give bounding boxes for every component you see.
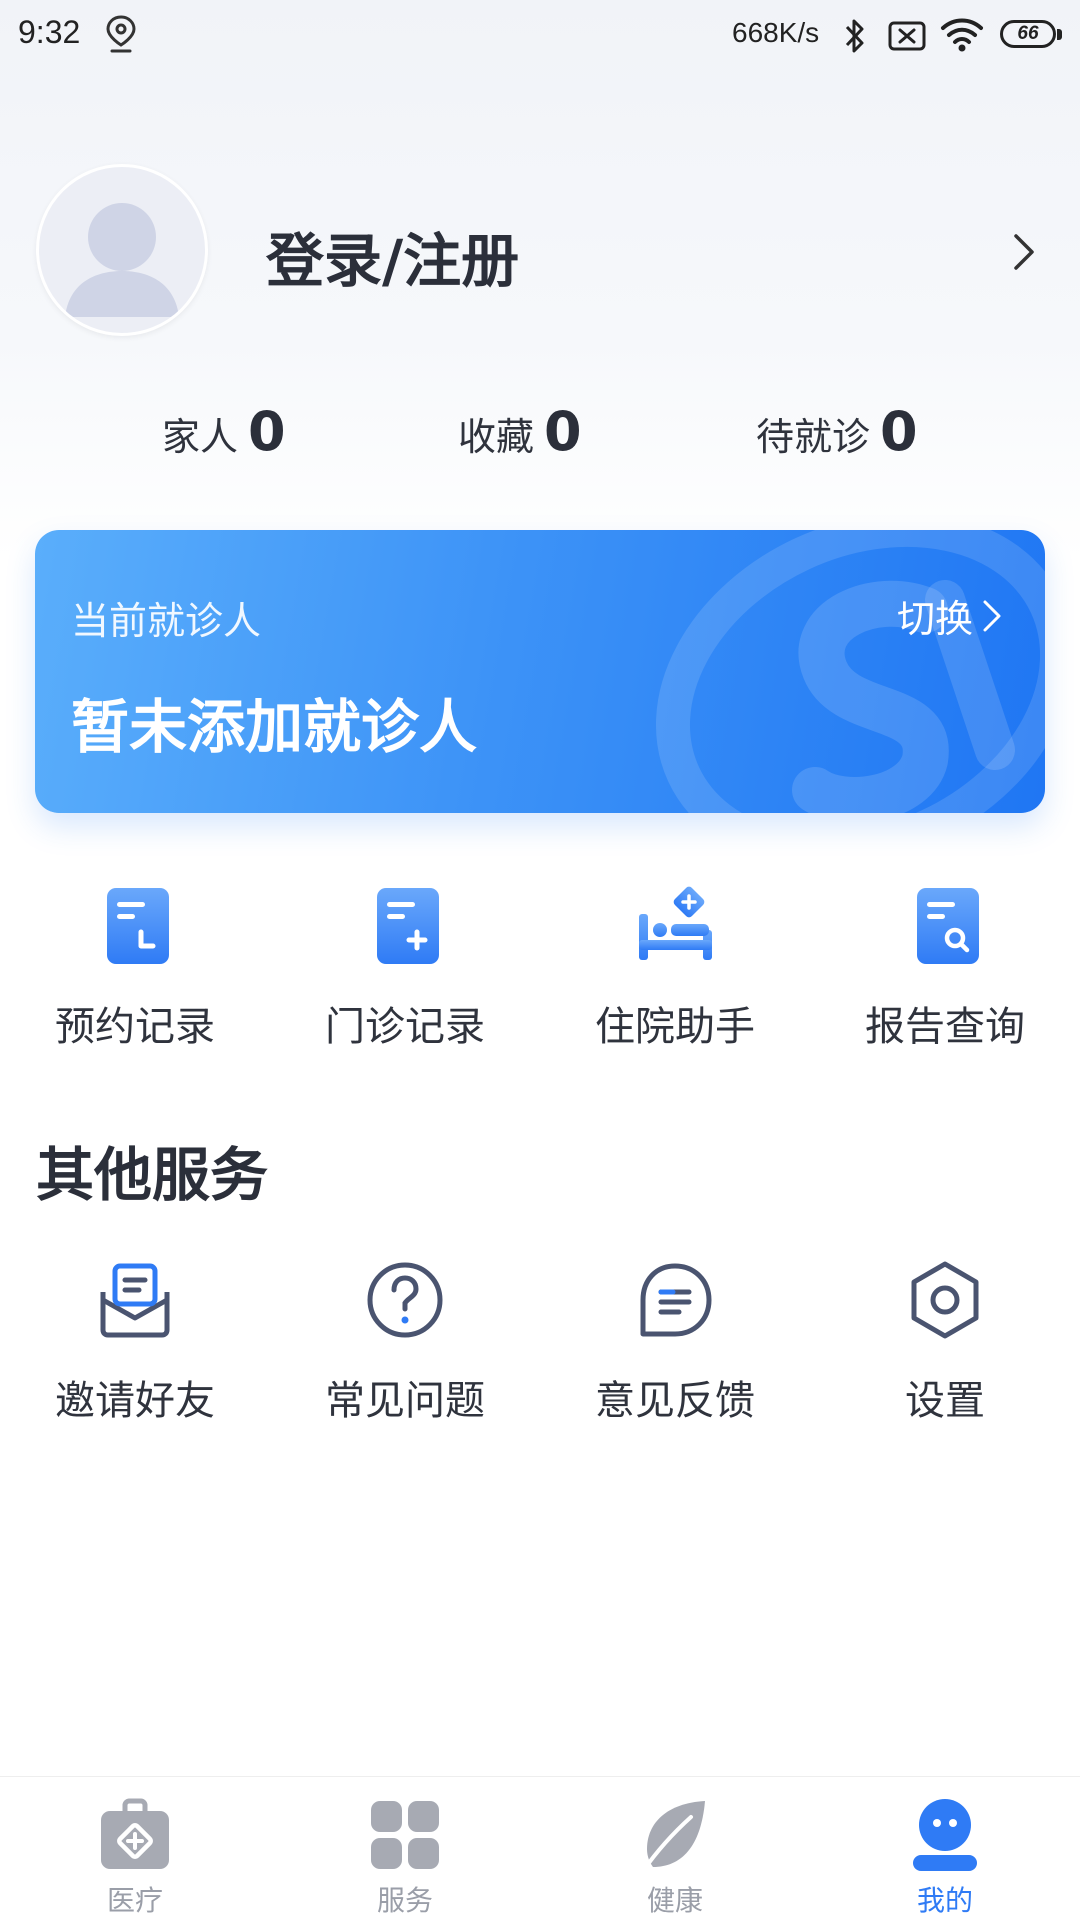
leaf-icon xyxy=(641,1801,705,1873)
status-time: 9:32 xyxy=(18,14,81,50)
network-speed: 668K/s xyxy=(732,17,820,48)
bluetooth-icon xyxy=(845,19,864,53)
status-bar: 9:32 668K/s 66 xyxy=(0,0,1080,72)
bottom-nav: 医疗 服务 健康 我的 xyxy=(0,1776,1080,1921)
outpatient-record-icon xyxy=(377,888,439,964)
chevron-right-icon[interactable] xyxy=(1010,232,1038,272)
nav-label: 医疗 xyxy=(106,1884,163,1917)
section-title-other-services: 其他服务 xyxy=(36,1141,269,1209)
profile-stats: 家人 0 收藏 0 待就诊 0 xyxy=(0,400,1080,470)
outpatient-record-entry[interactable]: 门诊记录 xyxy=(270,884,540,1064)
default-avatar-icon xyxy=(65,203,179,317)
stat-value: 0 xyxy=(544,400,582,463)
invite-friends-entry[interactable]: 邀请好友 xyxy=(0,1258,270,1438)
nav-tab-mine[interactable]: 我的 xyxy=(810,1777,1080,1921)
hospital-bed-icon xyxy=(639,886,712,960)
stat-label: 待就诊 xyxy=(756,415,871,459)
nav-label: 我的 xyxy=(916,1884,973,1917)
question-icon xyxy=(367,1262,443,1338)
entry-label: 住院助手 xyxy=(595,1004,755,1050)
entry-label: 意见反馈 xyxy=(595,1378,755,1424)
nav-label: 服务 xyxy=(376,1884,433,1917)
card-watermark-logo-icon xyxy=(655,530,1045,813)
chevron-right-icon xyxy=(983,600,1001,631)
grid-icon xyxy=(371,1801,439,1869)
medical-kit-icon xyxy=(101,1798,169,1869)
location-pin-icon xyxy=(106,15,136,53)
report-search-entry[interactable]: 报告查询 xyxy=(810,884,1080,1064)
appointment-record-icon xyxy=(107,888,169,964)
settings-entry[interactable]: 设置 xyxy=(810,1258,1080,1438)
entry-label: 常见问题 xyxy=(325,1378,485,1424)
battery-level: 66 xyxy=(1000,20,1056,48)
stat-label: 收藏 xyxy=(458,415,535,459)
entry-label: 邀请好友 xyxy=(55,1378,215,1424)
nav-tab-medical[interactable]: 医疗 xyxy=(0,1777,270,1921)
feedback-entry[interactable]: 意见反馈 xyxy=(540,1258,810,1438)
avatar[interactable] xyxy=(36,164,208,336)
battery-indicator: 66 xyxy=(1000,20,1062,50)
other-services-grid: 邀请好友 常见问题 意见反馈 设置 xyxy=(0,1258,1080,1438)
wifi-icon xyxy=(941,18,983,52)
current-patient-card[interactable]: 当前就诊人 切换 暂未添加就诊人 xyxy=(35,530,1045,813)
invite-mail-icon xyxy=(100,1263,170,1338)
stat-favorites[interactable]: 收藏 0 xyxy=(458,400,582,470)
no-sim-icon xyxy=(888,21,926,51)
feedback-icon xyxy=(640,1263,712,1337)
battery-tip xyxy=(1057,29,1062,40)
report-search-icon xyxy=(917,888,979,964)
stat-family[interactable]: 家人 0 xyxy=(162,400,286,470)
settings-icon xyxy=(911,1261,979,1339)
current-patient-label: 当前就诊人 xyxy=(71,599,262,643)
entry-label: 报告查询 xyxy=(865,1004,1025,1050)
stat-label: 家人 xyxy=(162,415,239,459)
nav-tab-services[interactable]: 服务 xyxy=(270,1777,540,1921)
nav-label: 健康 xyxy=(646,1884,703,1917)
stat-value: 0 xyxy=(248,400,286,463)
appointment-record-entry[interactable]: 预约记录 xyxy=(0,884,270,1064)
entry-label: 设置 xyxy=(905,1378,985,1424)
entry-label: 预约记录 xyxy=(55,1004,215,1050)
switch-label: 切换 xyxy=(896,597,973,641)
faq-entry[interactable]: 常见问题 xyxy=(270,1258,540,1438)
quick-entries: 预约记录 门诊记录 住院助手 报告查询 xyxy=(0,884,1080,1064)
entry-label: 门诊记录 xyxy=(325,1004,485,1050)
patient-name: 暂未添加就诊人 xyxy=(71,693,478,761)
stat-pending-visits[interactable]: 待就诊 0 xyxy=(756,400,918,470)
nav-tab-health[interactable]: 健康 xyxy=(540,1777,810,1921)
login-register-link[interactable]: 登录/注册 xyxy=(266,214,519,298)
stat-value: 0 xyxy=(880,400,918,463)
switch-patient-button[interactable]: 切换 xyxy=(897,588,1003,643)
profile-face-icon xyxy=(913,1799,977,1871)
hospital-assistant-entry[interactable]: 住院助手 xyxy=(540,884,810,1064)
